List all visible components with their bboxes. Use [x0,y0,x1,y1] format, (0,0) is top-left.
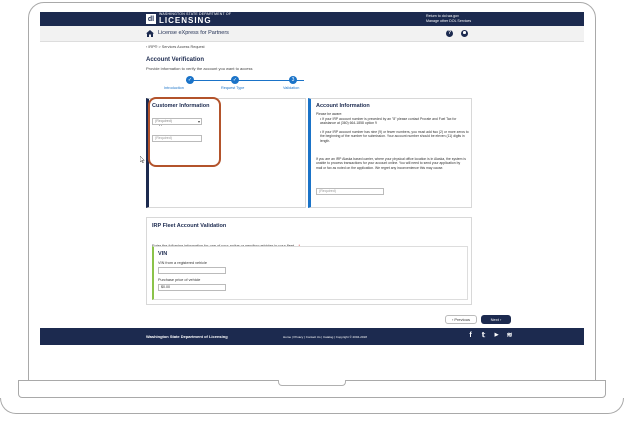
mouse-cursor-icon [140,156,145,163]
footer-brand: Washington State Department of Licensing [146,334,228,339]
please-be-aware-text: Please be aware: [316,112,343,116]
account-id-input[interactable]: (Required) [316,188,384,195]
home-icon[interactable] [146,30,154,37]
top-links: Return to dol.wa.gov Manage other DOL Se… [426,14,471,24]
laptop-base-bottom [0,398,624,414]
app-bar [40,26,584,42]
top-header [40,12,584,26]
help-icon[interactable]: ? [446,30,453,37]
highlight-box [148,97,221,167]
account-bullet-1: • If your IRP account number is preceded… [320,117,457,126]
next-button[interactable]: Next › [481,315,511,324]
rss-icon[interactable]: ≋ [505,331,514,340]
dol-logo[interactable]: dl WASHINGTON STATE DEPARTMENT OF LICENS… [146,13,231,25]
screen: dl WASHINGTON STATE DEPARTMENT OF LICENS… [40,12,584,374]
manage-services-link[interactable]: Manage other DOL Services [426,19,471,24]
twitter-icon[interactable]: 𝕥 [479,331,488,340]
purchase-price-input[interactable]: $0.00 [158,284,226,291]
breadcrumb[interactable]: ‹ IRP® > Services Access Request [146,45,205,49]
footer-links[interactable]: Home | Privacy | Contact Us | Catalog | … [283,335,367,339]
page-subtitle: Provide information to verify the accoun… [146,66,253,71]
logo-big-text: LICENSING [159,15,212,25]
purchase-price-label: Purchase price of vehicle [158,278,201,282]
app-title: License eXpress for Partners [158,30,229,36]
logo-mark-icon: dl [146,14,156,24]
step-introduction-label: Introduction [164,86,184,90]
facebook-icon[interactable]: f [466,331,475,340]
page-title: Account Verification [146,57,205,63]
vin-input[interactable] [158,267,226,274]
step-request-type-icon: ✓ [231,76,239,84]
alaska-note: If you are an IRP Alaska based carrier, … [316,157,466,170]
vin-label: VIN from a registered vehicle [158,261,207,265]
stepper-line [186,80,304,81]
step-validation-label: Validation [283,86,300,90]
step-validation-icon: 3 [289,76,297,84]
user-icon[interactable] [461,30,468,37]
laptop-frame: dl WASHINGTON STATE DEPARTMENT OF LICENS… [0,0,624,421]
account-bullet-2: • If your IRP account number has nine (9… [320,130,469,143]
vin-heading: VIN [158,251,168,257]
youtube-icon[interactable]: ▶ [492,331,501,340]
step-introduction-icon: ✓ [186,76,194,84]
laptop-notch [278,380,346,386]
irp-fleet-heading: IRP Fleet Account Validation [152,223,227,229]
previous-button[interactable]: ‹ Previous [445,315,477,324]
account-information-heading: Account Information [316,103,370,109]
step-request-type-label: Request Type [221,86,245,90]
